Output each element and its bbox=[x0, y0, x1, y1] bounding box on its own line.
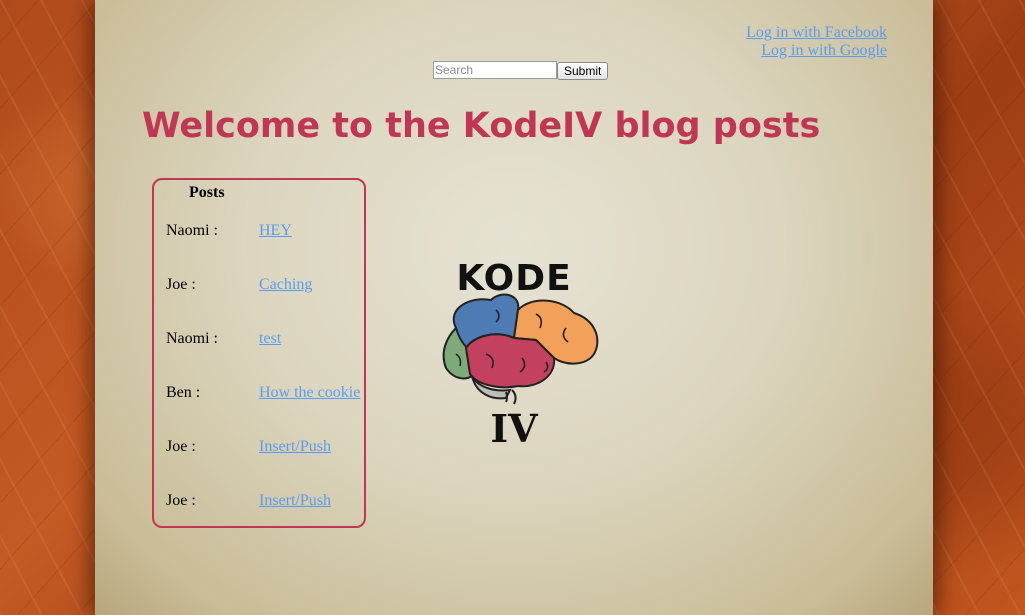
post-item: Joe : Insert/Push bbox=[166, 438, 366, 458]
post-author: Naomi : bbox=[166, 330, 218, 347]
logo-kode-text: KODE bbox=[456, 258, 571, 299]
post-item: Naomi : HEY bbox=[166, 222, 366, 242]
post-link[interactable]: Insert/Push bbox=[259, 438, 331, 456]
facebook-login-link[interactable]: Log in with Facebook bbox=[746, 24, 887, 42]
brain-icon bbox=[442, 293, 599, 405]
post-link[interactable]: Caching bbox=[259, 276, 312, 294]
search-form: Submit bbox=[433, 61, 609, 80]
posts-panel: Posts Naomi : HEY Joe : Caching Naomi : … bbox=[152, 178, 366, 528]
post-author: Naomi : bbox=[166, 222, 218, 239]
post-item: Joe : Caching bbox=[166, 276, 366, 296]
page-title: Welcome to the KodeIV blog posts bbox=[142, 106, 821, 146]
kodeiv-brain-logo: KODE IV bbox=[442, 258, 599, 448]
submit-button[interactable]: Submit bbox=[557, 62, 609, 80]
logo-iv-text: IV bbox=[490, 406, 539, 448]
post-link[interactable]: Insert/Push bbox=[259, 492, 331, 510]
post-author: Joe : bbox=[166, 276, 196, 293]
search-input[interactable] bbox=[433, 61, 557, 79]
google-login-link[interactable]: Log in with Google bbox=[746, 42, 887, 60]
post-author: Ben : bbox=[166, 384, 201, 401]
post-item: Ben : How the cookie bbox=[166, 384, 366, 404]
post-link[interactable]: How the cookie bbox=[259, 384, 360, 402]
posts-heading: Posts bbox=[189, 184, 225, 201]
post-author: Joe : bbox=[166, 492, 196, 509]
post-author: Joe : bbox=[166, 438, 196, 455]
login-links: Log in with Facebook Log in with Google bbox=[746, 24, 887, 60]
post-item: Naomi : test bbox=[166, 330, 366, 350]
post-item: Joe : Insert/Push bbox=[166, 492, 366, 512]
post-link[interactable]: HEY bbox=[259, 222, 292, 240]
post-link[interactable]: test bbox=[259, 330, 281, 348]
